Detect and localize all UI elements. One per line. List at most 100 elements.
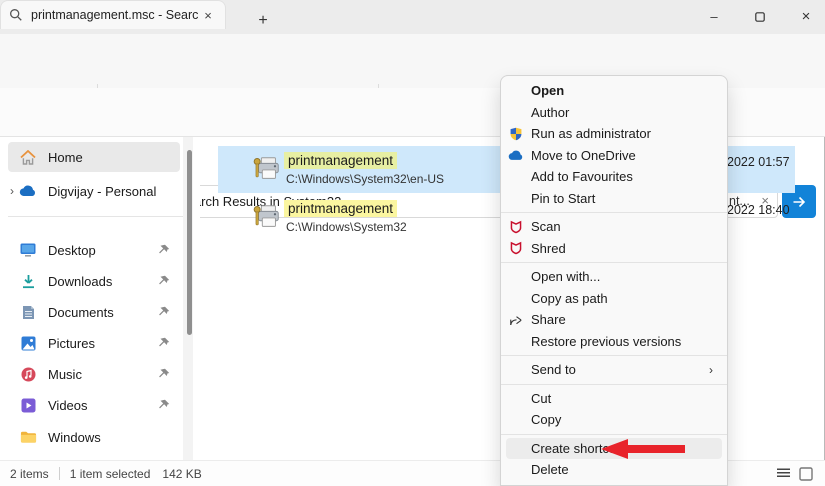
menu-item-delete[interactable]: Delete	[501, 459, 727, 481]
folder-icon	[8, 430, 48, 444]
menu-separator	[501, 384, 727, 385]
menu-item-move-to-onedrive[interactable]: Move to OneDrive	[501, 145, 727, 167]
menu-item-open[interactable]: Open	[501, 80, 727, 102]
menu-item-label: Run as administrator	[531, 126, 651, 141]
menu-item-add-to-favourites[interactable]: Add to Favourites	[501, 166, 727, 188]
menu-separator	[501, 212, 727, 213]
sidebar-item-documents[interactable]: Documents	[8, 297, 180, 327]
sidebar-item-label: Documents	[48, 305, 114, 320]
home-icon	[8, 150, 48, 165]
menu-item-copy[interactable]: Copy	[501, 409, 727, 431]
menu-item-label: Copy as path	[531, 291, 608, 306]
tab-close-button[interactable]: ×	[199, 6, 217, 24]
sidebar-item-label: Downloads	[48, 274, 112, 289]
details-view-toggle[interactable]	[776, 467, 791, 480]
menu-item-label: Add to Favourites	[531, 169, 633, 184]
pin-icon	[158, 244, 170, 256]
submenu-chevron-icon: ›	[709, 363, 713, 377]
menu-item-label: Share	[531, 312, 566, 327]
sidebar-item-label: Desktop	[48, 243, 96, 258]
menu-item-share[interactable]: Share	[501, 309, 727, 331]
new-tab-button[interactable]: +	[252, 10, 274, 32]
menu-item-author[interactable]: Author	[501, 102, 727, 124]
videos-icon	[8, 398, 48, 413]
file-explorer-window: printmanagement.msc - Searc × + – × New …	[0, 0, 825, 486]
sidebar-item-label: Videos	[48, 398, 88, 413]
pin-icon	[158, 368, 170, 380]
explorer-tab[interactable]: printmanagement.msc - Searc ×	[0, 0, 226, 29]
mcafee-shield-icon	[501, 241, 531, 255]
file-date-modified: 2022 01:57	[727, 155, 790, 169]
pin-icon	[158, 337, 170, 349]
menu-item-restore-previous-versions[interactable]: Restore previous versions	[501, 331, 727, 353]
pin-icon	[158, 399, 170, 411]
tab-title: printmanagement.msc - Searc	[31, 8, 199, 22]
sidebar-divider	[8, 216, 184, 217]
mcafee-shield-icon	[501, 220, 531, 234]
context-menu: Open Author Run as administrator Move to…	[500, 75, 728, 486]
menu-item-shred[interactable]: Shred	[501, 238, 727, 260]
menu-item-label: Move to OneDrive	[531, 148, 636, 163]
menu-item-cut[interactable]: Cut	[501, 388, 727, 410]
minimize-button[interactable]: –	[691, 0, 737, 33]
onedrive-cloud-icon	[501, 150, 531, 161]
sidebar-item-home[interactable]: Home	[8, 142, 180, 172]
menu-item-label: Send to	[531, 362, 576, 377]
sidebar-item-label: Pictures	[48, 336, 95, 351]
menu-item-label: Copy	[531, 412, 561, 427]
pictures-icon	[8, 336, 48, 351]
sidebar-item-videos[interactable]: Videos	[8, 390, 180, 420]
sidebar-item-desktop[interactable]: Desktop	[8, 235, 180, 265]
sidebar-item-pictures[interactable]: Pictures	[8, 328, 180, 358]
sidebar-item-onedrive[interactable]: › Digvijay - Personal	[8, 176, 180, 206]
menu-item-scan[interactable]: Scan	[501, 216, 727, 238]
menu-item-label: Open	[531, 83, 564, 98]
menu-item-label: Cut	[531, 391, 551, 406]
sidebar-item-label: Windows	[48, 430, 101, 445]
menu-item-label: Shred	[531, 241, 566, 256]
file-name[interactable]: printmanagement	[284, 152, 397, 169]
menu-separator	[501, 355, 727, 356]
navigation-pane: Home › Digvijay - Personal Desktop Downl…	[0, 137, 200, 460]
sidebar-item-downloads[interactable]: Downloads	[8, 266, 180, 296]
menu-item-open-with[interactable]: Open with...	[501, 266, 727, 288]
print-management-icon	[252, 202, 282, 232]
share-icon	[501, 313, 531, 327]
menu-item-label: Delete	[531, 462, 569, 477]
menu-item-label: Author	[531, 105, 569, 120]
menu-separator	[501, 262, 727, 263]
file-date-modified: 2022 18:40	[727, 203, 790, 217]
menu-item-send-to[interactable]: Send to ›	[501, 359, 727, 381]
items-count: 2 items	[10, 467, 49, 481]
menu-item-pin-to-start[interactable]: Pin to Start	[501, 188, 727, 210]
file-path: C:\Windows\System32\en-US	[286, 172, 444, 186]
onedrive-cloud-icon	[8, 185, 48, 197]
sidebar-item-label: Digvijay - Personal	[48, 184, 156, 199]
close-window-button[interactable]: ×	[783, 0, 825, 33]
sidebar-item-windows[interactable]: Windows	[8, 422, 180, 452]
file-name[interactable]: printmanagement	[284, 200, 397, 217]
menu-item-label: Scan	[531, 219, 561, 234]
downloads-icon	[8, 274, 48, 289]
sidebar-item-label: Music	[48, 367, 82, 382]
menu-item-run-as-administrator[interactable]: Run as administrator	[501, 123, 727, 145]
search-icon	[9, 8, 23, 22]
music-icon	[8, 367, 48, 382]
maximize-button[interactable]	[737, 0, 783, 33]
desktop-icon	[8, 243, 48, 257]
print-management-icon	[252, 154, 282, 184]
red-annotation-arrow	[601, 438, 685, 460]
title-bar: printmanagement.msc - Searc × + – ×	[0, 0, 825, 34]
selection-size: 142 KB	[162, 467, 201, 481]
menu-item-label: Open with...	[531, 269, 600, 284]
status-divider	[59, 467, 60, 480]
sidebar-item-label: Home	[48, 150, 83, 165]
menu-item-copy-as-path[interactable]: Copy as path	[501, 288, 727, 310]
documents-icon	[8, 305, 48, 320]
pin-icon	[158, 275, 170, 287]
expand-chevron-icon[interactable]: ›	[10, 184, 14, 198]
sidebar-scrollbar-thumb[interactable]	[187, 150, 192, 335]
sidebar-item-music[interactable]: Music	[8, 359, 180, 389]
pin-icon	[158, 306, 170, 318]
large-icons-view-toggle[interactable]	[799, 467, 813, 481]
